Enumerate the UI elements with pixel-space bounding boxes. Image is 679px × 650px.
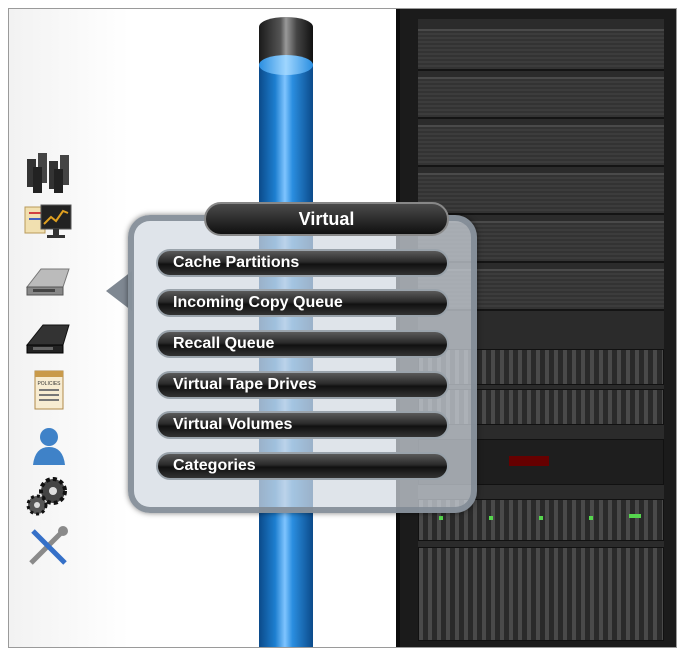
- monitor-icon[interactable]: [23, 199, 73, 245]
- menu-item-incoming-copy-queue[interactable]: Incoming Copy Queue: [156, 289, 449, 317]
- menu-item-recall-queue[interactable]: Recall Queue: [156, 330, 449, 358]
- menu-item-categories[interactable]: Categories: [156, 452, 449, 480]
- gears-icon[interactable]: [23, 473, 73, 519]
- menu-item-virtual-volumes[interactable]: Virtual Volumes: [156, 411, 449, 439]
- cluster-icon[interactable]: [23, 149, 73, 195]
- physical-drive-icon[interactable]: [23, 315, 73, 361]
- tape-drive-icon[interactable]: [23, 257, 73, 303]
- popup-title: Virtual: [204, 202, 449, 236]
- user-icon[interactable]: [23, 423, 73, 469]
- tools-icon[interactable]: [23, 523, 73, 569]
- application-frame: POLICIES Virtual Cache Partitions Incomi…: [8, 8, 677, 648]
- menu-item-virtual-tape-drives[interactable]: Virtual Tape Drives: [156, 371, 449, 399]
- policies-label: POLICIES: [37, 381, 61, 387]
- policies-icon[interactable]: POLICIES: [23, 367, 73, 413]
- menu-item-cache-partitions[interactable]: Cache Partitions: [156, 249, 449, 277]
